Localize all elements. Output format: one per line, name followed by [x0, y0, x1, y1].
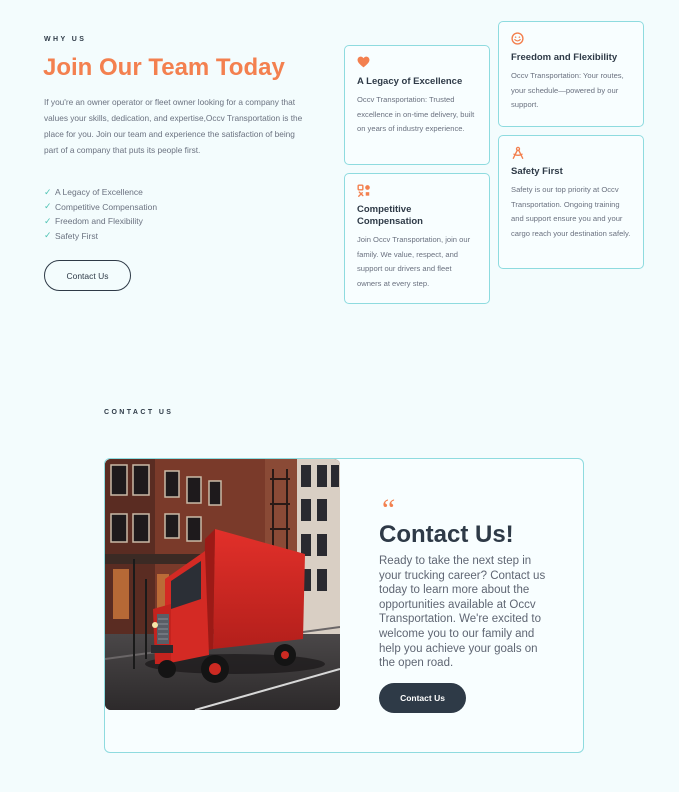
smile-icon	[511, 32, 631, 46]
contact-title: Contact Us!	[379, 521, 514, 548]
checklist-item-label: Safety First	[55, 230, 98, 241]
checklist-item: ✓ Freedom and Flexibility	[44, 214, 157, 229]
feature-card-compensation: Competitive Compensation Join Occv Trans…	[344, 173, 490, 304]
feature-card-freedom: Freedom and Flexibility Occv Transportat…	[498, 21, 644, 127]
check-icon: ✓	[44, 201, 52, 212]
feature-card-legacy: A Legacy of Excellence Occv Transportati…	[344, 45, 490, 165]
contact-us-button[interactable]: Contact Us	[44, 260, 131, 291]
card-title: Freedom and Flexibility	[511, 52, 618, 63]
feature-card-safety: Safety First Safety is our top priority …	[498, 135, 644, 269]
compass-icon	[511, 146, 631, 160]
checklist-item: ✓ Competitive Compensation	[44, 200, 157, 215]
check-icon: ✓	[44, 215, 52, 226]
checklist-item: ✓ Safety First	[44, 229, 157, 244]
check-icon: ✓	[44, 186, 52, 197]
card-title: Competitive Compensation	[357, 204, 423, 227]
card-text: Safety is our top priority at Occv Trans…	[511, 185, 631, 238]
benefits-checklist: ✓ A Legacy of Excellence ✓ Competitive Com…	[44, 185, 157, 243]
checklist-item-label: A Legacy of Excellence	[55, 187, 143, 198]
checklist-item-label: Freedom and Flexibility	[55, 216, 143, 227]
truck-photo	[105, 459, 340, 710]
card-text: Join Occv Transportation, join our famil…	[357, 235, 471, 288]
tools-icon	[357, 184, 477, 198]
card-text: Occv Transportation: Trusted excellence …	[357, 95, 475, 133]
contact-card: “ Contact Us! Ready to take the next ste…	[104, 458, 584, 753]
why-us-eyebrow: WHY US	[44, 36, 87, 43]
heart-icon	[357, 56, 477, 70]
page-title: Join Our Team Today	[43, 54, 285, 81]
checklist-item-label: Competitive Compensation	[55, 201, 158, 212]
contact-description: Ready to take the next step in your truc…	[379, 555, 546, 670]
card-text: Occv Transportation: Your routes, your s…	[511, 71, 624, 109]
check-icon: ✓	[44, 230, 52, 241]
contact-us-cta-button[interactable]: Contact Us	[379, 683, 466, 713]
checklist-item: ✓ A Legacy of Excellence	[44, 185, 157, 200]
card-title: Safety First	[511, 166, 563, 177]
card-title: A Legacy of Excellence	[357, 76, 463, 87]
contact-us-eyebrow: CONTACT US	[104, 409, 174, 416]
hero-description: If you're an owner operator or fleet own…	[44, 97, 303, 155]
